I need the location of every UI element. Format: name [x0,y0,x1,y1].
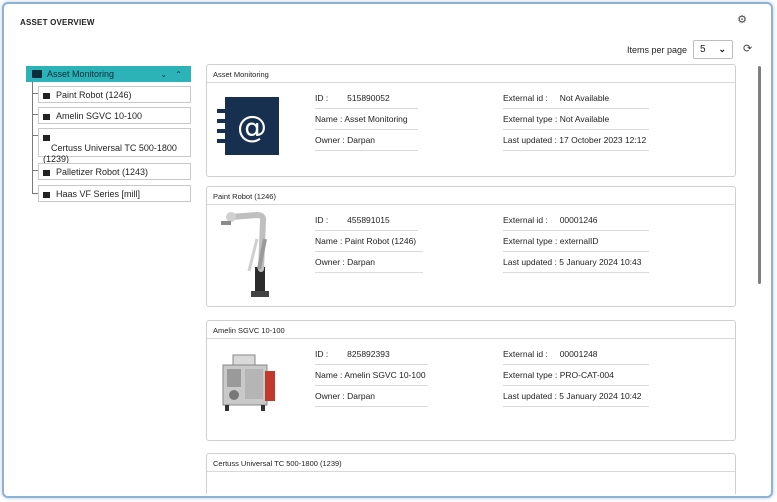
external-type-field: External type : externalID [503,232,649,252]
tree-item-label: Paint Robot (1246) [56,90,132,100]
tree-connector [32,82,33,194]
tree-item-paint-robot[interactable]: Paint Robot (1246) [38,86,191,103]
gear-icon[interactable]: ⚙ [737,15,747,26]
amelin-machine-image [217,351,279,413]
tree-root-label: Asset Monitoring [47,69,115,79]
scrollbar[interactable] [758,66,761,284]
tree-item-amelin[interactable]: Amelin SGVC 10-100 [38,107,191,124]
asset-card[interactable]: Paint Robot (1246) ID : 455891015 Name :… [206,186,736,307]
owner-field: Owner : Darpan [315,253,423,273]
id-field: ID : 825892393 [315,345,428,365]
owner-field: Owner : Darpan [315,387,428,407]
card-title: Paint Robot (1246) [207,187,735,205]
external-id-field: External id : 00001248 [503,345,649,365]
owner-field: Owner : Darpan [315,131,418,151]
tree-item-label: Haas VF Series [mill] [56,189,141,199]
external-id-field: External id : Not Available [503,89,649,109]
chevron-down-icon: ⌄ [718,44,726,54]
asset-card[interactable]: Amelin SGVC 10-100 ID : 825892393 Name :… [206,320,736,441]
asset-overview-window: ASSET OVERVIEW ⚙ Items per page 5 ⌄ ⟳ As… [2,2,773,498]
external-type-field: External type : PRO-CAT-004 [503,366,649,386]
folder-icon [32,70,42,78]
asset-card[interactable]: Asset Monitoring @ ID : 515890052 Name :… [206,64,736,177]
card-title: Asset Monitoring [207,65,735,83]
name-field: Name : Amelin SGVC 10-100 [315,366,428,386]
asset-monitoring-image: @ [217,97,279,155]
folder-icon [43,92,50,99]
asset-card[interactable]: Certuss Universal TC 500-1800 (1239) [206,453,736,494]
last-updated-field: Last updated : 5 January 2024 10:43 [503,253,649,273]
tree-item-label: Palletizer Robot (1243) [56,167,149,177]
id-field: ID : 515890052 [315,89,418,109]
external-id-field: External id : 00001246 [503,211,649,231]
tree-item-label: Amelin SGVC 10-100 [56,111,143,121]
tree-item-certuss[interactable]: Certuss Universal TC 500-1800 (1239) [38,128,191,164]
folder-icon [43,191,50,198]
last-updated-field: Last updated : 17 October 2023 12:12 [503,131,649,151]
paint-robot-image [217,209,275,297]
asset-card-list[interactable]: Asset Monitoring @ ID : 515890052 Name :… [204,64,738,494]
items-per-page-value: 5 [700,44,706,55]
card-title: Certuss Universal TC 500-1800 (1239) [207,454,735,472]
name-field: Name : Paint Robot (1246) [315,232,423,252]
card-title: Amelin SGVC 10-100 [207,321,735,339]
folder-icon [43,134,50,141]
items-per-page-label: Items per page [627,45,688,55]
collapse-icons[interactable]: ⌄ ⌃ [160,70,185,79]
items-per-page-select[interactable]: 5 ⌄ [693,40,733,59]
tree-item-label: Certuss Universal TC 500-1800 (1239) [43,143,177,164]
last-updated-field: Last updated : 5 January 2024 10:42 [503,387,649,407]
external-type-field: External type : Not Available [503,110,649,130]
page-title: ASSET OVERVIEW [20,18,95,27]
tree-item-haas[interactable]: Haas VF Series [mill] [38,185,191,202]
tree-item-palletizer[interactable]: Palletizer Robot (1243) [38,163,191,180]
folder-icon [43,169,50,176]
id-field: ID : 455891015 [315,211,418,231]
svg-text:@: @ [237,110,267,145]
tree-root-asset-monitoring[interactable]: Asset Monitoring ⌄ ⌃ [26,66,191,82]
refresh-icon[interactable]: ⟳ [743,42,752,55]
name-field: Name : Asset Monitoring [315,110,418,130]
folder-icon [43,113,50,120]
